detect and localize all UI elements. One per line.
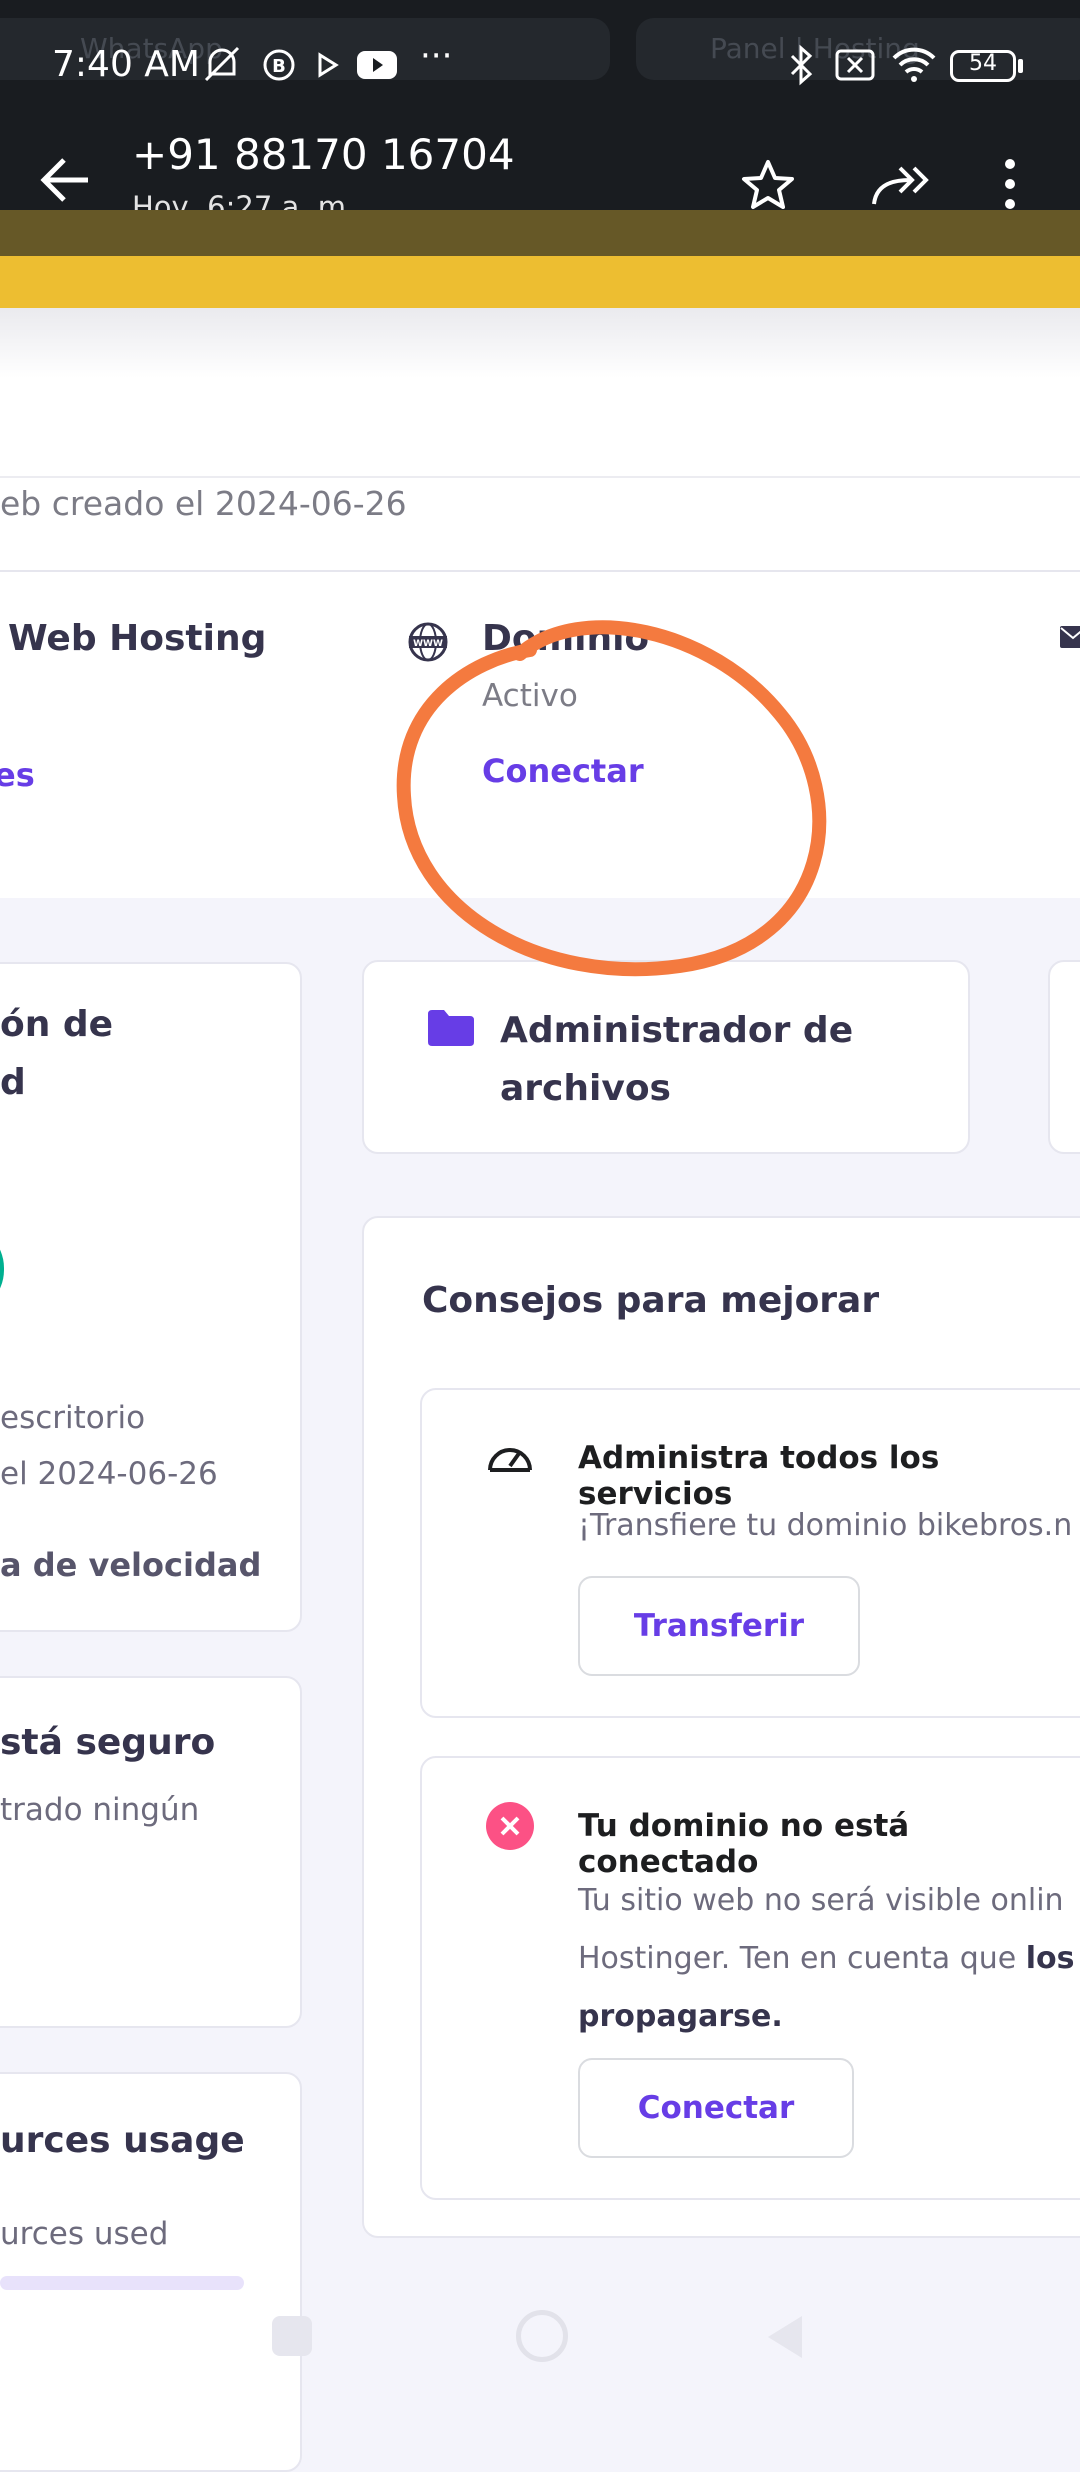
web-hosting-label: Web Hosting xyxy=(8,618,267,659)
tip-description-bold: propagarse. xyxy=(578,1999,783,2034)
speed-device-label: escritorio xyxy=(0,1400,146,1436)
back-nav-icon[interactable] xyxy=(762,2312,806,2362)
speed-card-title: ón de xyxy=(0,1004,114,1045)
speed-test-link[interactable]: a de velocidad xyxy=(0,1546,261,1584)
mute-bell-icon xyxy=(204,46,240,82)
more-dots-icon: ··· xyxy=(420,36,453,76)
youtube-icon xyxy=(357,51,397,79)
sender-number: +91 88170 16704 xyxy=(132,130,515,179)
file-manager-label-line: archivos xyxy=(500,1068,671,1109)
connect-domain-button[interactable]: Conectar xyxy=(578,2058,854,2158)
svg-text:B: B xyxy=(272,56,286,77)
star-icon[interactable] xyxy=(740,158,796,214)
resources-used-label: urces used xyxy=(0,2216,169,2252)
status-time: 7:40 AM xyxy=(52,44,200,85)
shortcut-card[interactable] xyxy=(1048,960,1080,1154)
tip-title: Administra todos los servicios xyxy=(578,1440,940,1512)
wifi-icon xyxy=(892,47,936,82)
error-x-icon xyxy=(486,1802,534,1850)
no-sim-icon xyxy=(835,49,875,81)
play-icon xyxy=(318,52,339,78)
hand-drawn-circle-annotation xyxy=(396,620,827,977)
security-card-desc: trado ningún xyxy=(0,1792,200,1828)
speed-test-date: el 2024-06-26 xyxy=(0,1456,218,1492)
speedometer-icon xyxy=(488,1448,532,1472)
tip-description: Tu sitio web no será visible onlin Hosti… xyxy=(578,1872,1080,2046)
divider xyxy=(0,476,1080,478)
battery-cap xyxy=(1018,59,1023,73)
tip-description-line: propagarse. xyxy=(578,1988,1080,2046)
battery-level: 54 xyxy=(969,51,997,76)
website-created-date: eb creado el 2024-06-26 xyxy=(0,484,407,523)
divider xyxy=(0,570,1080,572)
folder-icon xyxy=(428,1010,474,1046)
tips-title: Consejos para mejorar xyxy=(422,1280,880,1321)
home-nav-button[interactable] xyxy=(516,2310,568,2362)
email-icon xyxy=(1060,626,1080,648)
speed-card-title: d xyxy=(0,1062,26,1103)
resources-card-title: urces usage xyxy=(0,2120,245,2161)
resources-progress-bar xyxy=(0,2276,244,2290)
promo-banner xyxy=(0,256,1080,308)
tip-title: Tu dominio no está conectado xyxy=(578,1808,910,1880)
banner-shadow xyxy=(0,210,1080,256)
b-badge-icon: B xyxy=(263,49,295,81)
tip-description: ¡Transfiere tu dominio bikebros.n xyxy=(578,1508,1073,1543)
web-hosting-link[interactable]: es xyxy=(0,756,35,794)
tip-description-line: Tu sitio web no será visible onlin xyxy=(578,1883,1064,1918)
forward-icon[interactable] xyxy=(868,158,934,214)
file-manager-label-line: Administrador de xyxy=(500,1010,854,1051)
transfer-button[interactable]: Transferir xyxy=(578,1576,860,1676)
tip-description-line: Hostinger. Ten en cuenta que los xyxy=(578,1930,1080,1988)
back-arrow-icon[interactable] xyxy=(36,150,96,210)
security-card-title: stá seguro xyxy=(0,1722,216,1763)
more-vert-icon[interactable] xyxy=(1000,156,1020,212)
tip-description-text: Hostinger. Ten en cuenta que xyxy=(578,1941,1026,1976)
bluetooth-icon xyxy=(790,44,813,86)
page-speed-card[interactable] xyxy=(0,962,302,1632)
recents-nav-button[interactable] xyxy=(272,2316,312,2356)
tip-description-bold: los xyxy=(1025,1941,1075,1976)
file-manager-label: Administrador de archivos xyxy=(500,1002,920,1118)
